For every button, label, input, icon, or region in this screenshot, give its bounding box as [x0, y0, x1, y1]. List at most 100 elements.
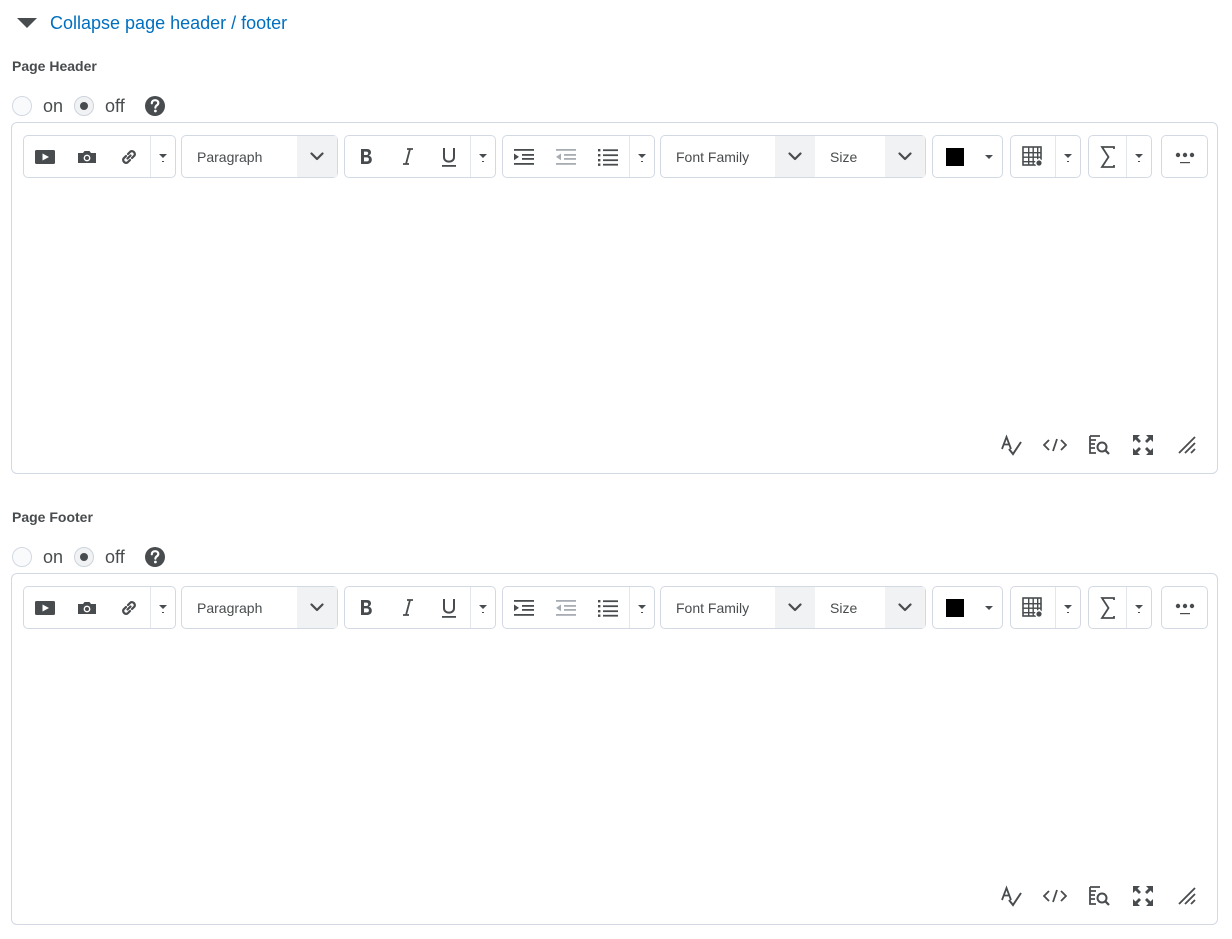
preview-icon[interactable] — [1087, 884, 1111, 908]
text-style-more-dropdown[interactable] — [470, 136, 495, 177]
source-code-icon[interactable] — [1043, 433, 1067, 457]
insert-media-button[interactable] — [24, 136, 66, 177]
format-select-label: Paragraph — [197, 599, 263, 616]
camera-icon — [78, 150, 96, 163]
text-color-picker[interactable] — [932, 135, 1003, 178]
table-more-dropdown[interactable] — [1055, 587, 1080, 628]
underline-button[interactable] — [428, 587, 470, 628]
header-content-area[interactable] — [13, 183, 1216, 433]
source-code-icon[interactable] — [1043, 884, 1067, 908]
equation-group — [1088, 135, 1152, 178]
footer-content-area[interactable] — [13, 634, 1216, 884]
indent-button[interactable] — [503, 587, 545, 628]
insert-equation-button[interactable] — [1089, 587, 1126, 628]
font-size-label: Size — [830, 148, 858, 165]
insert-equation-button[interactable] — [1089, 136, 1126, 177]
format-select-label: Paragraph — [197, 148, 263, 165]
insert-image-button[interactable] — [66, 587, 108, 628]
font-size-select[interactable]: Size — [815, 136, 925, 177]
bold-button[interactable] — [345, 136, 387, 177]
fullscreen-icon[interactable] — [1131, 433, 1155, 457]
help-icon[interactable] — [144, 546, 166, 568]
sigma-icon — [1100, 596, 1115, 619]
outdent-button[interactable] — [545, 587, 587, 628]
equation-more-dropdown[interactable] — [1126, 136, 1151, 177]
resize-handle-icon[interactable] — [1175, 884, 1199, 908]
outdent-button[interactable] — [545, 136, 587, 177]
insert-more-dropdown[interactable] — [150, 136, 175, 177]
color-swatch — [946, 147, 964, 166]
insert-media-button[interactable] — [24, 587, 66, 628]
underline-button[interactable] — [428, 136, 470, 177]
small-caret-icon — [1064, 153, 1072, 162]
insert-more-dropdown[interactable] — [150, 587, 175, 628]
help-icon[interactable] — [144, 95, 166, 117]
chevron-down-icon — [775, 136, 815, 177]
text-style-group — [344, 586, 496, 629]
page-header-toggle: on off — [12, 94, 166, 118]
caret-down-icon — [16, 16, 38, 30]
resize-handle-icon[interactable] — [1175, 433, 1199, 457]
chevron-down-icon — [885, 136, 925, 177]
page-footer-on-radio[interactable] — [12, 547, 32, 567]
video-icon — [35, 600, 55, 615]
insert-image-button[interactable] — [66, 136, 108, 177]
text-color-picker[interactable] — [932, 586, 1003, 629]
underline-icon — [442, 598, 457, 618]
preview-icon[interactable] — [1087, 433, 1111, 457]
bold-button[interactable] — [345, 587, 387, 628]
format-select[interactable]: Paragraph — [181, 586, 338, 629]
small-caret-icon — [1064, 604, 1072, 613]
page-header-on-radio[interactable] — [12, 96, 32, 116]
insert-link-button[interactable] — [108, 587, 150, 628]
ellipsis-icon — [1162, 136, 1207, 177]
paragraph-more-dropdown[interactable] — [629, 587, 654, 628]
page-header-editor: Paragraph Font Family Size — [11, 122, 1218, 474]
insert-table-button[interactable] — [1011, 136, 1055, 177]
list-icon — [598, 148, 618, 166]
fullscreen-icon[interactable] — [1131, 884, 1155, 908]
text-color-swatch — [933, 136, 977, 177]
page-header-off-radio[interactable] — [74, 96, 95, 116]
editor-status-bar — [979, 433, 1199, 457]
font-family-select[interactable]: Font Family — [661, 587, 815, 628]
bullet-list-button[interactable] — [587, 587, 629, 628]
small-caret-icon — [638, 153, 646, 162]
page-footer-label: Page Footer — [12, 509, 93, 525]
text-color-swatch — [933, 587, 977, 628]
off-label: off — [105, 546, 125, 567]
off-label: off — [105, 95, 125, 116]
collapse-header-footer-link[interactable]: Collapse page header / footer — [16, 10, 287, 36]
spellcheck-icon[interactable] — [999, 433, 1023, 457]
spellcheck-icon[interactable] — [999, 884, 1023, 908]
font-family-select[interactable]: Font Family — [661, 136, 815, 177]
outdent-icon — [556, 599, 576, 616]
bullet-list-button[interactable] — [587, 136, 629, 177]
equation-more-dropdown[interactable] — [1126, 587, 1151, 628]
italic-button[interactable] — [387, 136, 429, 177]
indent-icon — [514, 599, 534, 616]
chevron-down-icon — [297, 136, 337, 177]
more-options-button[interactable] — [1161, 586, 1208, 629]
insert-table-button[interactable] — [1011, 587, 1055, 628]
page-header-label: Page Header — [12, 58, 97, 74]
indent-icon — [514, 148, 534, 165]
page-footer-off-radio[interactable] — [74, 547, 95, 567]
indent-button[interactable] — [503, 136, 545, 177]
paragraph-more-dropdown[interactable] — [629, 136, 654, 177]
small-caret-icon — [1135, 604, 1144, 613]
insert-link-button[interactable] — [108, 136, 150, 177]
font-group: Font Family Size — [660, 135, 926, 178]
equation-group — [1088, 586, 1152, 629]
small-caret-icon — [479, 153, 488, 162]
italic-button[interactable] — [387, 587, 429, 628]
format-select[interactable]: Paragraph — [181, 135, 338, 178]
more-options-button[interactable] — [1161, 135, 1208, 178]
text-style-group — [344, 135, 496, 178]
insert-group — [23, 135, 176, 178]
text-style-more-dropdown[interactable] — [470, 587, 495, 628]
on-label: on — [43, 95, 64, 116]
table-more-dropdown[interactable] — [1055, 136, 1080, 177]
editor-toolbar: Paragraph Font Family Size — [23, 135, 1209, 179]
font-size-select[interactable]: Size — [815, 587, 925, 628]
